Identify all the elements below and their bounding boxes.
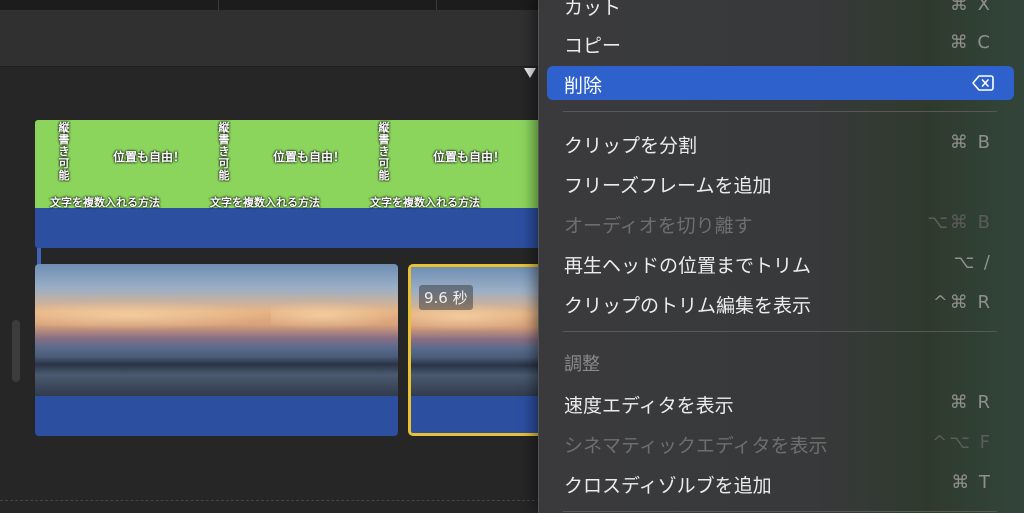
vertical-text: 縦書き可能 <box>58 121 70 182</box>
title-segment: 縦書き可能 位置も自由！ 文字を複数入れる方法 <box>195 120 355 210</box>
menu-separator <box>563 111 997 112</box>
timeline-resize-handle[interactable] <box>12 320 20 382</box>
timeline-toolbar <box>0 10 540 67</box>
clip-duration-label: 9.6 秒 <box>419 285 473 310</box>
menu-item-shortcut: ⌘ X <box>949 0 992 15</box>
menu-item-label: クリップを分割 <box>564 135 698 157</box>
menu-item-show-trim-editor[interactable]: クリップのトリム編集を表示 ^⌘ R <box>547 286 1014 320</box>
context-menu: カット ⌘ X コピー ⌘ C 削除 クリップを分割 ⌘ B フリーズフレームを… <box>538 0 1024 513</box>
title-segment: 縦書き可能 位置も自由！ 文字を複数入れる方法 <box>355 120 515 210</box>
menu-item-shortcut: ⌥⌘ B <box>927 212 992 233</box>
title-clip[interactable]: 縦書き可能 位置も自由！ 文字を複数入れる方法 縦書き可能 位置も自由！ 文字を… <box>35 120 540 248</box>
menu-item-label: 再生ヘッドの位置までトリム <box>564 255 812 277</box>
menu-section-header: 調整 <box>564 354 600 375</box>
menu-item-shortcut: ⌘ B <box>949 132 992 153</box>
menu-item-speed-editor[interactable]: 速度エディタを表示 ⌘ R <box>547 386 1014 420</box>
menu-item-label: オーディオを切り離す <box>564 215 753 237</box>
vertical-text: 縦書き可能 <box>378 121 390 182</box>
menu-item-cross-dissolve[interactable]: クロスディゾルブを追加 ⌘ T <box>547 466 1014 500</box>
horizontal-text: 位置も自由！ <box>273 150 346 164</box>
menu-item-cinematic-editor: シネマティックエディタを表示 ^⌥ F <box>547 426 1014 460</box>
menu-item-shortcut: ^⌥ F <box>932 432 992 453</box>
menu-item-label: 削除 <box>564 75 603 97</box>
clip-thumbnail <box>271 264 398 396</box>
bottom-text: 文字を複数入れる方法 <box>50 196 160 209</box>
horizontal-text: 位置も自由！ <box>433 150 506 164</box>
video-clip-1[interactable] <box>35 264 398 436</box>
menu-item-freeze-frame[interactable]: フリーズフレームを追加 <box>547 166 1014 200</box>
menu-item-delete[interactable]: 削除 <box>547 66 1014 100</box>
title-segment: 縦書き可能 位置も自由！ 文字を複数入れる方法 <box>35 120 195 210</box>
clip-thumbnail <box>35 264 271 396</box>
toolbar-divider <box>436 0 437 10</box>
toolbar-divider <box>218 0 219 10</box>
bottom-text: 文字を複数入れる方法 <box>210 196 320 209</box>
timeline-divider <box>0 500 540 501</box>
menu-item-label: フリーズフレームを追加 <box>564 175 772 197</box>
playhead-marker[interactable] <box>524 68 536 78</box>
menu-item-label: シネマティックエディタを表示 <box>564 435 828 457</box>
menu-item-shortcut: ⌘ C <box>949 32 992 53</box>
delete-key-icon <box>972 74 994 96</box>
horizontal-text: 位置も自由！ <box>113 150 186 164</box>
menu-item-copy[interactable]: コピー ⌘ C <box>547 26 1014 60</box>
menu-separator <box>563 331 997 332</box>
menu-item-cut[interactable]: カット ⌘ X <box>547 0 1014 22</box>
top-strip <box>0 0 540 10</box>
menu-item-label: クロスディゾルブを追加 <box>564 475 772 497</box>
menu-item-shortcut: ⌥ / <box>953 252 992 273</box>
vertical-text: 縦書き可能 <box>218 121 230 182</box>
menu-item-label: コピー <box>564 35 622 57</box>
menu-item-trim-to-playhead[interactable]: 再生ヘッドの位置までトリム ⌥ / <box>547 246 1014 280</box>
bottom-text: 文字を複数入れる方法 <box>370 196 480 209</box>
menu-item-label: カット <box>564 0 622 19</box>
title-clip-audio <box>35 208 540 248</box>
menu-item-detach-audio: オーディオを切り離す ⌥⌘ B <box>547 206 1014 240</box>
menu-item-shortcut: ⌘ T <box>951 472 992 493</box>
menu-item-split-clip[interactable]: クリップを分割 ⌘ B <box>547 126 1014 160</box>
menu-separator <box>563 511 997 512</box>
menu-item-shortcut: ^⌘ R <box>932 292 992 313</box>
menu-item-label: クリップのトリム編集を表示 <box>564 295 812 317</box>
menu-item-shortcut: ⌘ R <box>949 392 992 413</box>
video-clip-2-selected[interactable]: 9.6 秒 <box>408 264 540 436</box>
menu-item-label: 速度エディタを表示 <box>564 395 734 417</box>
